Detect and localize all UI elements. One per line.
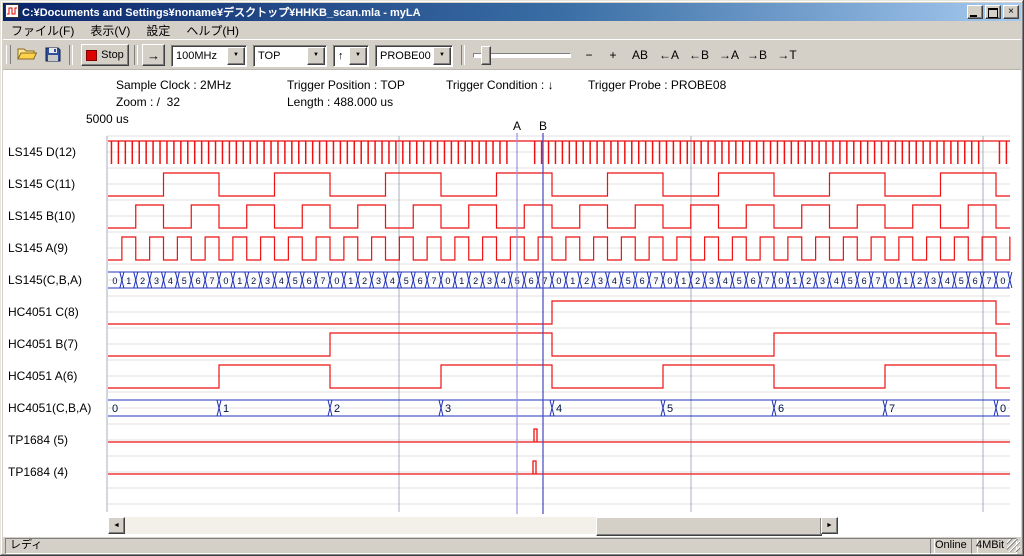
stop-label: Stop (101, 49, 124, 61)
goto-trigger-button[interactable]: →T (773, 44, 801, 66)
scrollbar-thumb[interactable] (596, 517, 822, 536)
trigger-edge-value: ↑ (334, 50, 344, 62)
maximize-button[interactable] (985, 5, 1001, 19)
trigger-probe-info: Trigger Probe : PROBE08 (588, 78, 726, 92)
open-button[interactable] (15, 44, 39, 66)
menu-bar: ファイル(F) 表示(V) 設定 ヘルプ(H) (3, 21, 1021, 39)
channel-label-ls145-d12: LS145 D(12) (8, 145, 76, 159)
run-button[interactable]: → (142, 44, 165, 66)
trigger-position-combo[interactable]: TOP ▼ (253, 45, 327, 67)
chevron-down-icon[interactable]: ▼ (307, 47, 325, 65)
channel-label-hc4051-bus: HC4051(C,B,A) (8, 401, 91, 415)
menu-file[interactable]: ファイル(F) (3, 21, 82, 40)
status-ready: レディ (5, 538, 935, 554)
floppy-disk-icon (45, 47, 61, 62)
time-scale-label: 5000 us (86, 112, 129, 126)
resize-grip[interactable] (1007, 539, 1020, 552)
marker-b-label[interactable]: B (534, 119, 552, 133)
zoom-info: Zoom : / 32 (116, 95, 180, 109)
goto-b-back-button[interactable]: ←B (685, 44, 713, 66)
scroll-right-icon[interactable]: ► (821, 517, 838, 534)
sample-clock-value: 100MHz (172, 50, 217, 62)
toolbar-gripper[interactable] (6, 45, 11, 64)
trigger-probe-combo[interactable]: PROBE00 ▼ (375, 45, 453, 67)
close-icon: × (1008, 6, 1014, 17)
close-button[interactable]: × (1003, 5, 1019, 19)
stop-icon (86, 50, 97, 61)
channel-label-hc4051-b7: HC4051 B(7) (8, 337, 78, 351)
goto-a-fwd-button[interactable]: →A (715, 44, 743, 66)
channel-label-ls145-c11: LS145 C(11) (8, 177, 75, 191)
minimize-icon (970, 15, 977, 17)
toolbar: Stop → 100MHz ▼ TOP ▼ ↑ ▼ PROBE00 ▼ − + … (3, 39, 1021, 70)
waveform-client-area (3, 68, 1021, 537)
channel-label-tp1684-4: TP1684 (4) (8, 465, 68, 479)
toolbar-separator (69, 45, 73, 65)
trigger-probe-value: PROBE00 (376, 50, 431, 62)
marker-a-label[interactable]: A (508, 119, 526, 133)
menu-settings[interactable]: 設定 (138, 21, 178, 40)
zoom-out-button[interactable]: − (579, 44, 599, 66)
stop-button[interactable]: Stop (81, 44, 129, 66)
trigger-position-info: Trigger Position : TOP (287, 78, 405, 92)
toolbar-separator (461, 45, 465, 65)
chevron-down-icon[interactable]: ▼ (433, 47, 451, 65)
minimize-button[interactable] (967, 5, 983, 19)
channel-label-ls145-bus: LS145(C,B,A) (8, 273, 82, 287)
slider-thumb[interactable] (481, 46, 491, 65)
trigger-edge-combo[interactable]: ↑ ▼ (333, 45, 369, 67)
goto-a-back-button[interactable]: ←A (655, 44, 683, 66)
chevron-down-icon[interactable]: ▼ (227, 47, 245, 65)
channel-label-ls145-b10: LS145 B(10) (8, 209, 75, 223)
goto-b-fwd-button[interactable]: →B (743, 44, 771, 66)
ab-button[interactable]: AB (627, 44, 653, 66)
title-bar[interactable]: C:¥Documents and Settings¥noname¥デスクトップ¥… (3, 3, 1021, 21)
length-info: Length : 488.000 us (287, 95, 393, 109)
maximize-icon (988, 8, 998, 18)
channel-label-ls145-a9: LS145 A(9) (8, 241, 68, 255)
sample-clock-combo[interactable]: 100MHz ▼ (171, 45, 247, 67)
window-title: C:¥Documents and Settings¥noname¥デスクトップ¥… (22, 4, 421, 20)
channel-label-tp1684-5: TP1684 (5) (8, 433, 68, 447)
menu-view[interactable]: 表示(V) (82, 21, 138, 40)
trigger-condition-info: Trigger Condition : ↓ (446, 78, 554, 92)
scroll-left-icon[interactable]: ◄ (108, 517, 125, 534)
toolbar-separator (134, 45, 138, 65)
app-icon (5, 4, 19, 21)
status-bar: レディ Online 4MBit (3, 537, 1021, 553)
sample-clock-info: Sample Clock : 2MHz (116, 78, 231, 92)
app-window: C:¥Documents and Settings¥noname¥デスクトップ¥… (0, 0, 1024, 556)
save-button[interactable] (41, 44, 65, 66)
trigger-position-value: TOP (254, 50, 280, 62)
menu-help[interactable]: ヘルプ(H) (178, 21, 247, 40)
channel-label-hc4051-c8: HC4051 C(8) (8, 305, 79, 319)
horizontal-scrollbar[interactable]: ◄ ► (108, 517, 838, 534)
open-folder-icon (17, 46, 37, 62)
zoom-slider[interactable] (469, 44, 575, 65)
zoom-in-button[interactable]: + (603, 44, 623, 66)
channel-label-hc4051-a6: HC4051 A(6) (8, 369, 77, 383)
chevron-down-icon[interactable]: ▼ (349, 47, 367, 65)
